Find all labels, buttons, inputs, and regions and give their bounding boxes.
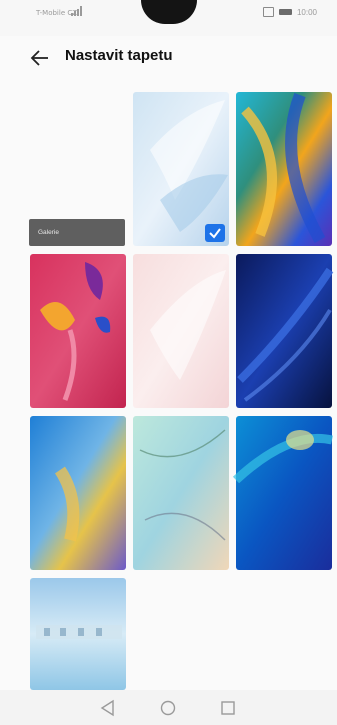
gallery-button[interactable]: Galerie (29, 219, 125, 246)
wallpaper-tile-4[interactable] (133, 254, 229, 408)
navigation-bar (0, 690, 337, 725)
wallpaper-tile-2[interactable] (236, 92, 332, 246)
wallpaper-picker-screen: T-Mobile CZ 10:00 Nastavit tapetu Galeri… (0, 0, 337, 725)
wallpaper-grid (30, 92, 334, 690)
home-circle-icon[interactable] (158, 698, 178, 718)
checkmark-icon (209, 228, 221, 239)
wallpaper-tile-1[interactable] (133, 92, 229, 246)
wallpaper-tile-5[interactable] (236, 254, 334, 408)
wallpaper-tile-6[interactable] (30, 416, 126, 570)
wallpaper-tile-7[interactable] (133, 416, 229, 570)
gallery-label: Galerie (38, 229, 59, 236)
back-triangle-icon[interactable] (98, 698, 118, 718)
recents-square-icon[interactable] (218, 698, 238, 718)
selected-badge (205, 224, 225, 242)
wallpaper-tile-8[interactable] (232, 416, 334, 570)
wallpaper-tile-9[interactable] (30, 578, 126, 690)
wallpaper-tile-3[interactable] (30, 254, 126, 408)
